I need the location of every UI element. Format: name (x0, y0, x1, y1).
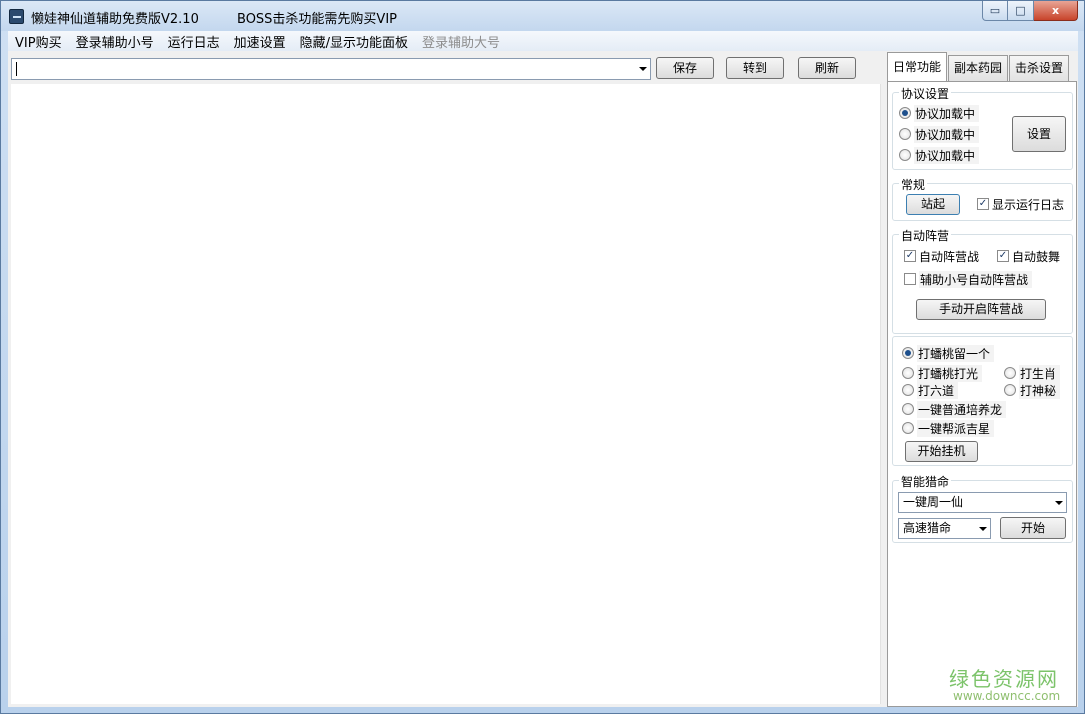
alt-auto-camp-battle-label: 辅助小号自动阵营战 (919, 270, 1033, 288)
alt-auto-camp-battle-checkbox[interactable]: 辅助小号自动阵营战 (904, 270, 1033, 288)
title-bar[interactable]: 懒娃神仙道辅助免费版V2.10 BOSS击杀功能需先购买VIP ▭ □ x (1, 1, 1084, 31)
maximize-button[interactable]: □ (1008, 1, 1034, 21)
tab-daily[interactable]: 日常功能 (887, 52, 948, 81)
one-click-dragon[interactable]: 一键普通培养龙 (902, 400, 1007, 418)
show-log-checkbox[interactable]: ✓ 显示运行日志 (977, 196, 1064, 212)
stand-up-button[interactable]: 站起 (906, 194, 960, 215)
hunt-start-button[interactable]: 开始 (1000, 517, 1066, 539)
farm-zodiac[interactable]: 打生肖 (1004, 364, 1061, 382)
checkbox-checked-icon: ✓ (997, 250, 1009, 262)
protocol-settings-button[interactable]: 设置 (1012, 116, 1066, 152)
dropdown-arrow-icon (979, 527, 987, 531)
farm-peach-keep-one-label: 打蟠桃留一个 (917, 344, 995, 362)
hunt-mode-value: 一键周一仙 (903, 495, 964, 509)
protocol-option-3[interactable]: 协议加载中 (899, 146, 980, 164)
hunt-group: 智能猎命 一键周一仙 高速猎命 开始 (892, 473, 1073, 543)
radio-icon (1004, 384, 1016, 396)
app-icon (9, 9, 24, 24)
tab-kill-settings[interactable]: 击杀设置 (1009, 55, 1070, 81)
client-area: 保存 转到 刷新 日常功能 副本药园 击杀设置 协议设置 协议加载中 协议加载中… (8, 51, 1078, 707)
farm-six-paths[interactable]: 打六道 (902, 381, 959, 399)
manual-camp-battle-button[interactable]: 手动开启阵营战 (916, 299, 1046, 320)
save-button[interactable]: 保存 (656, 57, 714, 79)
auto-cheer-label: 自动鼓舞 (1012, 249, 1061, 264)
hunt-mode-select[interactable]: 一键周一仙 (898, 492, 1067, 513)
tab-strip: 日常功能 副本药园 击杀设置 (887, 52, 1070, 81)
hunt-speed-value: 高速猎命 (903, 521, 952, 535)
one-click-guild-star-label: 一键帮派吉星 (917, 419, 995, 437)
close-button[interactable]: x (1034, 1, 1078, 21)
farm-peach-all-label: 打蟠桃打光 (917, 364, 983, 382)
protocol-option-3-label: 协议加载中 (914, 146, 980, 164)
general-group-title: 常规 (899, 176, 928, 193)
radio-icon (902, 384, 914, 396)
protocol-option-1-label: 协议加载中 (914, 104, 980, 122)
auto-camp-battle-checkbox[interactable]: ✓ 自动阵营战 (904, 248, 979, 264)
radio-icon (902, 403, 914, 415)
goto-button[interactable]: 转到 (726, 57, 784, 79)
menu-run-log[interactable]: 运行日志 (161, 32, 227, 51)
show-log-label: 显示运行日志 (992, 197, 1065, 212)
menu-login-alt-account[interactable]: 登录辅助小号 (69, 32, 161, 51)
close-icon: x (1051, 4, 1060, 17)
daily-panel: 协议设置 协议加载中 协议加载中 协议加载中 设置 常规 站起 ✓ 显示运行日志… (887, 81, 1077, 707)
protocol-option-1[interactable]: 协议加载中 (899, 104, 980, 122)
function-panel: 日常功能 副本药园 击杀设置 协议设置 协议加载中 协议加载中 协议加载中 设置… (887, 51, 1078, 707)
auto-camp-battle-label: 自动阵营战 (919, 249, 980, 264)
farm-mystery-label: 打神秘 (1019, 381, 1061, 399)
farm-zodiac-label: 打生肖 (1019, 364, 1061, 382)
radio-icon (1004, 367, 1016, 379)
watermark-text: 绿色资源网 (949, 667, 1059, 691)
browser-view[interactable] (11, 84, 881, 704)
protocol-option-2-label: 协议加载中 (914, 125, 980, 143)
auto-cheer-checkbox[interactable]: ✓ 自动鼓舞 (997, 248, 1060, 264)
general-group: 常规 站起 ✓ 显示运行日志 (892, 176, 1073, 221)
hunt-speed-select[interactable]: 高速猎命 (898, 518, 991, 539)
radio-icon (899, 149, 911, 161)
camp-group: 自动阵营 ✓ 自动阵营战 ✓ 自动鼓舞 辅助小号自动阵营战 手动开启阵营战 (892, 227, 1073, 334)
protocol-group: 协议设置 协议加载中 协议加载中 协议加载中 设置 (892, 85, 1073, 170)
radio-selected-icon (899, 107, 911, 119)
checkbox-checked-icon: ✓ (904, 250, 916, 262)
menu-speed-settings[interactable]: 加速设置 (227, 32, 293, 51)
checkbox-icon (904, 273, 916, 285)
menu-vip-purchase[interactable]: VIP购买 (8, 32, 69, 51)
menu-login-main-account: 登录辅助大号 (422, 35, 501, 51)
farming-group: 打蟠桃留一个 打蟠桃打光 打生肖 打六道 打神秘 一键普通培养龙 一键帮派吉星 … (892, 336, 1073, 466)
window-title: 懒娃神仙道辅助免费版V2.10 (31, 12, 199, 27)
dropdown-arrow-icon[interactable] (639, 67, 647, 71)
protocol-group-title: 协议设置 (899, 85, 952, 102)
minimize-button[interactable]: ▭ (982, 1, 1008, 21)
one-click-dragon-label: 一键普通培养龙 (917, 400, 1007, 418)
radio-icon (902, 367, 914, 379)
menu-toggle-panel[interactable]: 隐藏/显示功能面板 (293, 32, 415, 51)
menu-bar: VIP购买 登录辅助小号 运行日志 加速设置 隐藏/显示功能面板 登录辅助大号 (8, 31, 1078, 51)
vip-notice: BOSS击杀功能需先购买VIP (237, 12, 397, 27)
farm-peach-keep-one[interactable]: 打蟠桃留一个 (902, 344, 995, 362)
dropdown-arrow-icon (1055, 501, 1063, 505)
radio-icon (902, 422, 914, 434)
refresh-button[interactable]: 刷新 (798, 57, 856, 79)
one-click-guild-star[interactable]: 一键帮派吉星 (902, 419, 995, 437)
text-caret (16, 62, 17, 76)
start-afk-button[interactable]: 开始挂机 (905, 441, 978, 462)
farm-mystery[interactable]: 打神秘 (1004, 381, 1061, 399)
farm-six-paths-label: 打六道 (917, 381, 959, 399)
minimize-icon: ▭ (989, 4, 1001, 17)
checkbox-checked-icon: ✓ (977, 198, 989, 210)
protocol-option-2[interactable]: 协议加载中 (899, 125, 980, 143)
radio-selected-icon (902, 347, 914, 359)
app-window: 懒娃神仙道辅助免费版V2.10 BOSS击杀功能需先购买VIP ▭ □ x VI… (0, 0, 1085, 714)
address-combobox[interactable] (11, 58, 651, 80)
caption-buttons: ▭ □ x (982, 1, 1078, 21)
maximize-icon: □ (1015, 4, 1026, 17)
radio-icon (899, 128, 911, 140)
farm-peach-all[interactable]: 打蟠桃打光 (902, 364, 983, 382)
watermark-url: www.downcc.com (953, 689, 1061, 703)
tab-dungeon-garden[interactable]: 副本药园 (948, 55, 1009, 81)
camp-group-title: 自动阵营 (899, 227, 952, 244)
hunt-group-title: 智能猎命 (899, 473, 952, 490)
